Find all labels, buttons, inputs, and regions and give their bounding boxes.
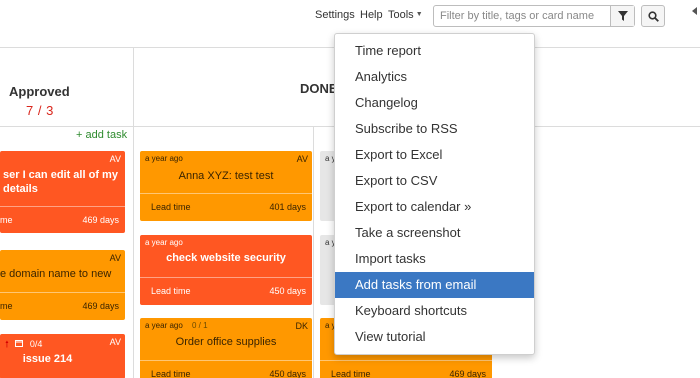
lead-time-value: 450 days	[269, 286, 306, 296]
card-icons: 🠕 0/4	[5, 337, 42, 353]
search-box	[433, 5, 635, 27]
column-divider	[133, 48, 134, 378]
card-title: Order office supplies	[175, 336, 277, 348]
task-card[interactable]: a year ago check website security Lead t…	[140, 235, 312, 305]
caret-down-icon: ▼	[415, 11, 423, 18]
lead-time-value: 450 days	[269, 369, 306, 378]
task-card[interactable]: a year ago 0 / 1 DK Order office supplie…	[140, 318, 312, 378]
task-card[interactable]: 🠕 0/4 AV issue 214	[0, 334, 125, 378]
menu-item-export-excel[interactable]: Export to Excel	[335, 142, 534, 168]
avatar: AV	[109, 337, 121, 347]
menu-item-analytics[interactable]: Analytics	[335, 64, 534, 90]
card-divider	[0, 292, 125, 293]
column-divider	[313, 126, 314, 378]
lead-time-value: 469 days	[82, 215, 119, 225]
card-age: a year ago	[145, 321, 183, 330]
lead-time-label: Lead time	[151, 202, 191, 212]
lead-time-label: Lead time	[151, 369, 191, 378]
menu-item-time-report[interactable]: Time report	[335, 38, 534, 64]
card-meta: 0/4	[29, 339, 43, 349]
settings-link[interactable]: Settings	[315, 9, 355, 21]
search-input[interactable]	[434, 6, 610, 26]
tools-label: Tools	[388, 9, 414, 21]
column-header-separator	[0, 126, 133, 127]
lead-time-value: 469 days	[82, 301, 119, 311]
menu-item-export-csv[interactable]: Export to CSV	[335, 168, 534, 194]
add-task-link[interactable]: + add task	[76, 129, 127, 141]
menu-item-view-tutorial[interactable]: View tutorial	[335, 324, 534, 350]
calendar-icon	[15, 340, 24, 347]
wip-count: 7 / 3	[26, 103, 54, 118]
lead-time-value: 401 days	[269, 202, 306, 212]
card-divider	[140, 277, 312, 278]
collapse-panel-button[interactable]	[690, 5, 700, 17]
top-toolbar: Settings Help Tools ▼	[0, 0, 700, 32]
task-card[interactable]: AV ser I can edit all of my details me 4…	[0, 151, 125, 233]
avatar: AV	[109, 253, 121, 263]
checklist-counter: 0 / 1	[192, 321, 208, 330]
avatar: AV	[296, 154, 308, 164]
card-title: issue 214	[22, 353, 73, 365]
kanban-app: Settings Help Tools▼ Approved 7 / 3 DONE…	[0, 0, 700, 378]
lead-time-label: Lead time	[331, 369, 371, 378]
card-title: ser I can edit all of my details	[3, 169, 118, 195]
card-divider	[140, 360, 312, 361]
search-button[interactable]	[641, 5, 665, 27]
column-title-done: DONE	[300, 81, 338, 96]
lead-time-label: me	[0, 215, 13, 225]
card-divider	[0, 206, 125, 207]
menu-item-keyboard-shortcuts[interactable]: Keyboard shortcuts	[335, 298, 534, 324]
card-divider	[140, 193, 312, 194]
avatar: AV	[109, 154, 121, 164]
column-title-approved: Approved	[9, 84, 70, 99]
card-title: e domain name to new	[0, 268, 112, 280]
lead-time-label: me	[0, 301, 13, 311]
caret-left-icon	[692, 7, 697, 15]
lead-time-label: Lead time	[151, 286, 191, 296]
tools-menu-toggle[interactable]: Tools ▼	[388, 9, 423, 21]
help-link[interactable]: Help	[360, 9, 383, 21]
priority-up-icon: 🠕	[5, 339, 9, 349]
tools-dropdown-menu: Time report Analytics Changelog Subscrib…	[334, 33, 535, 355]
task-card[interactable]: AV e domain name to new me 469 days	[0, 250, 125, 320]
menu-item-import-tasks[interactable]: Import tasks	[335, 246, 534, 272]
filter-button[interactable]	[610, 6, 634, 26]
card-divider	[320, 360, 492, 361]
search-icon	[647, 10, 659, 22]
menu-item-subscribe-rss[interactable]: Subscribe to RSS	[335, 116, 534, 142]
card-title: Anna XYZ: test test	[178, 170, 274, 182]
card-age: a year ago	[145, 238, 183, 247]
lead-time-value: 469 days	[449, 369, 486, 378]
menu-item-changelog[interactable]: Changelog	[335, 90, 534, 116]
task-card[interactable]: a year ago AV Anna XYZ: test test Lead t…	[140, 151, 312, 221]
filter-icon	[617, 11, 628, 21]
avatar: DK	[295, 321, 308, 331]
menu-item-take-screenshot[interactable]: Take a screenshot	[335, 220, 534, 246]
menu-item-export-calendar[interactable]: Export to calendar »	[335, 194, 534, 220]
card-age: a year ago	[145, 154, 183, 163]
card-title: check website security	[166, 252, 286, 264]
menu-item-add-tasks-from-email[interactable]: Add tasks from email	[335, 272, 534, 298]
